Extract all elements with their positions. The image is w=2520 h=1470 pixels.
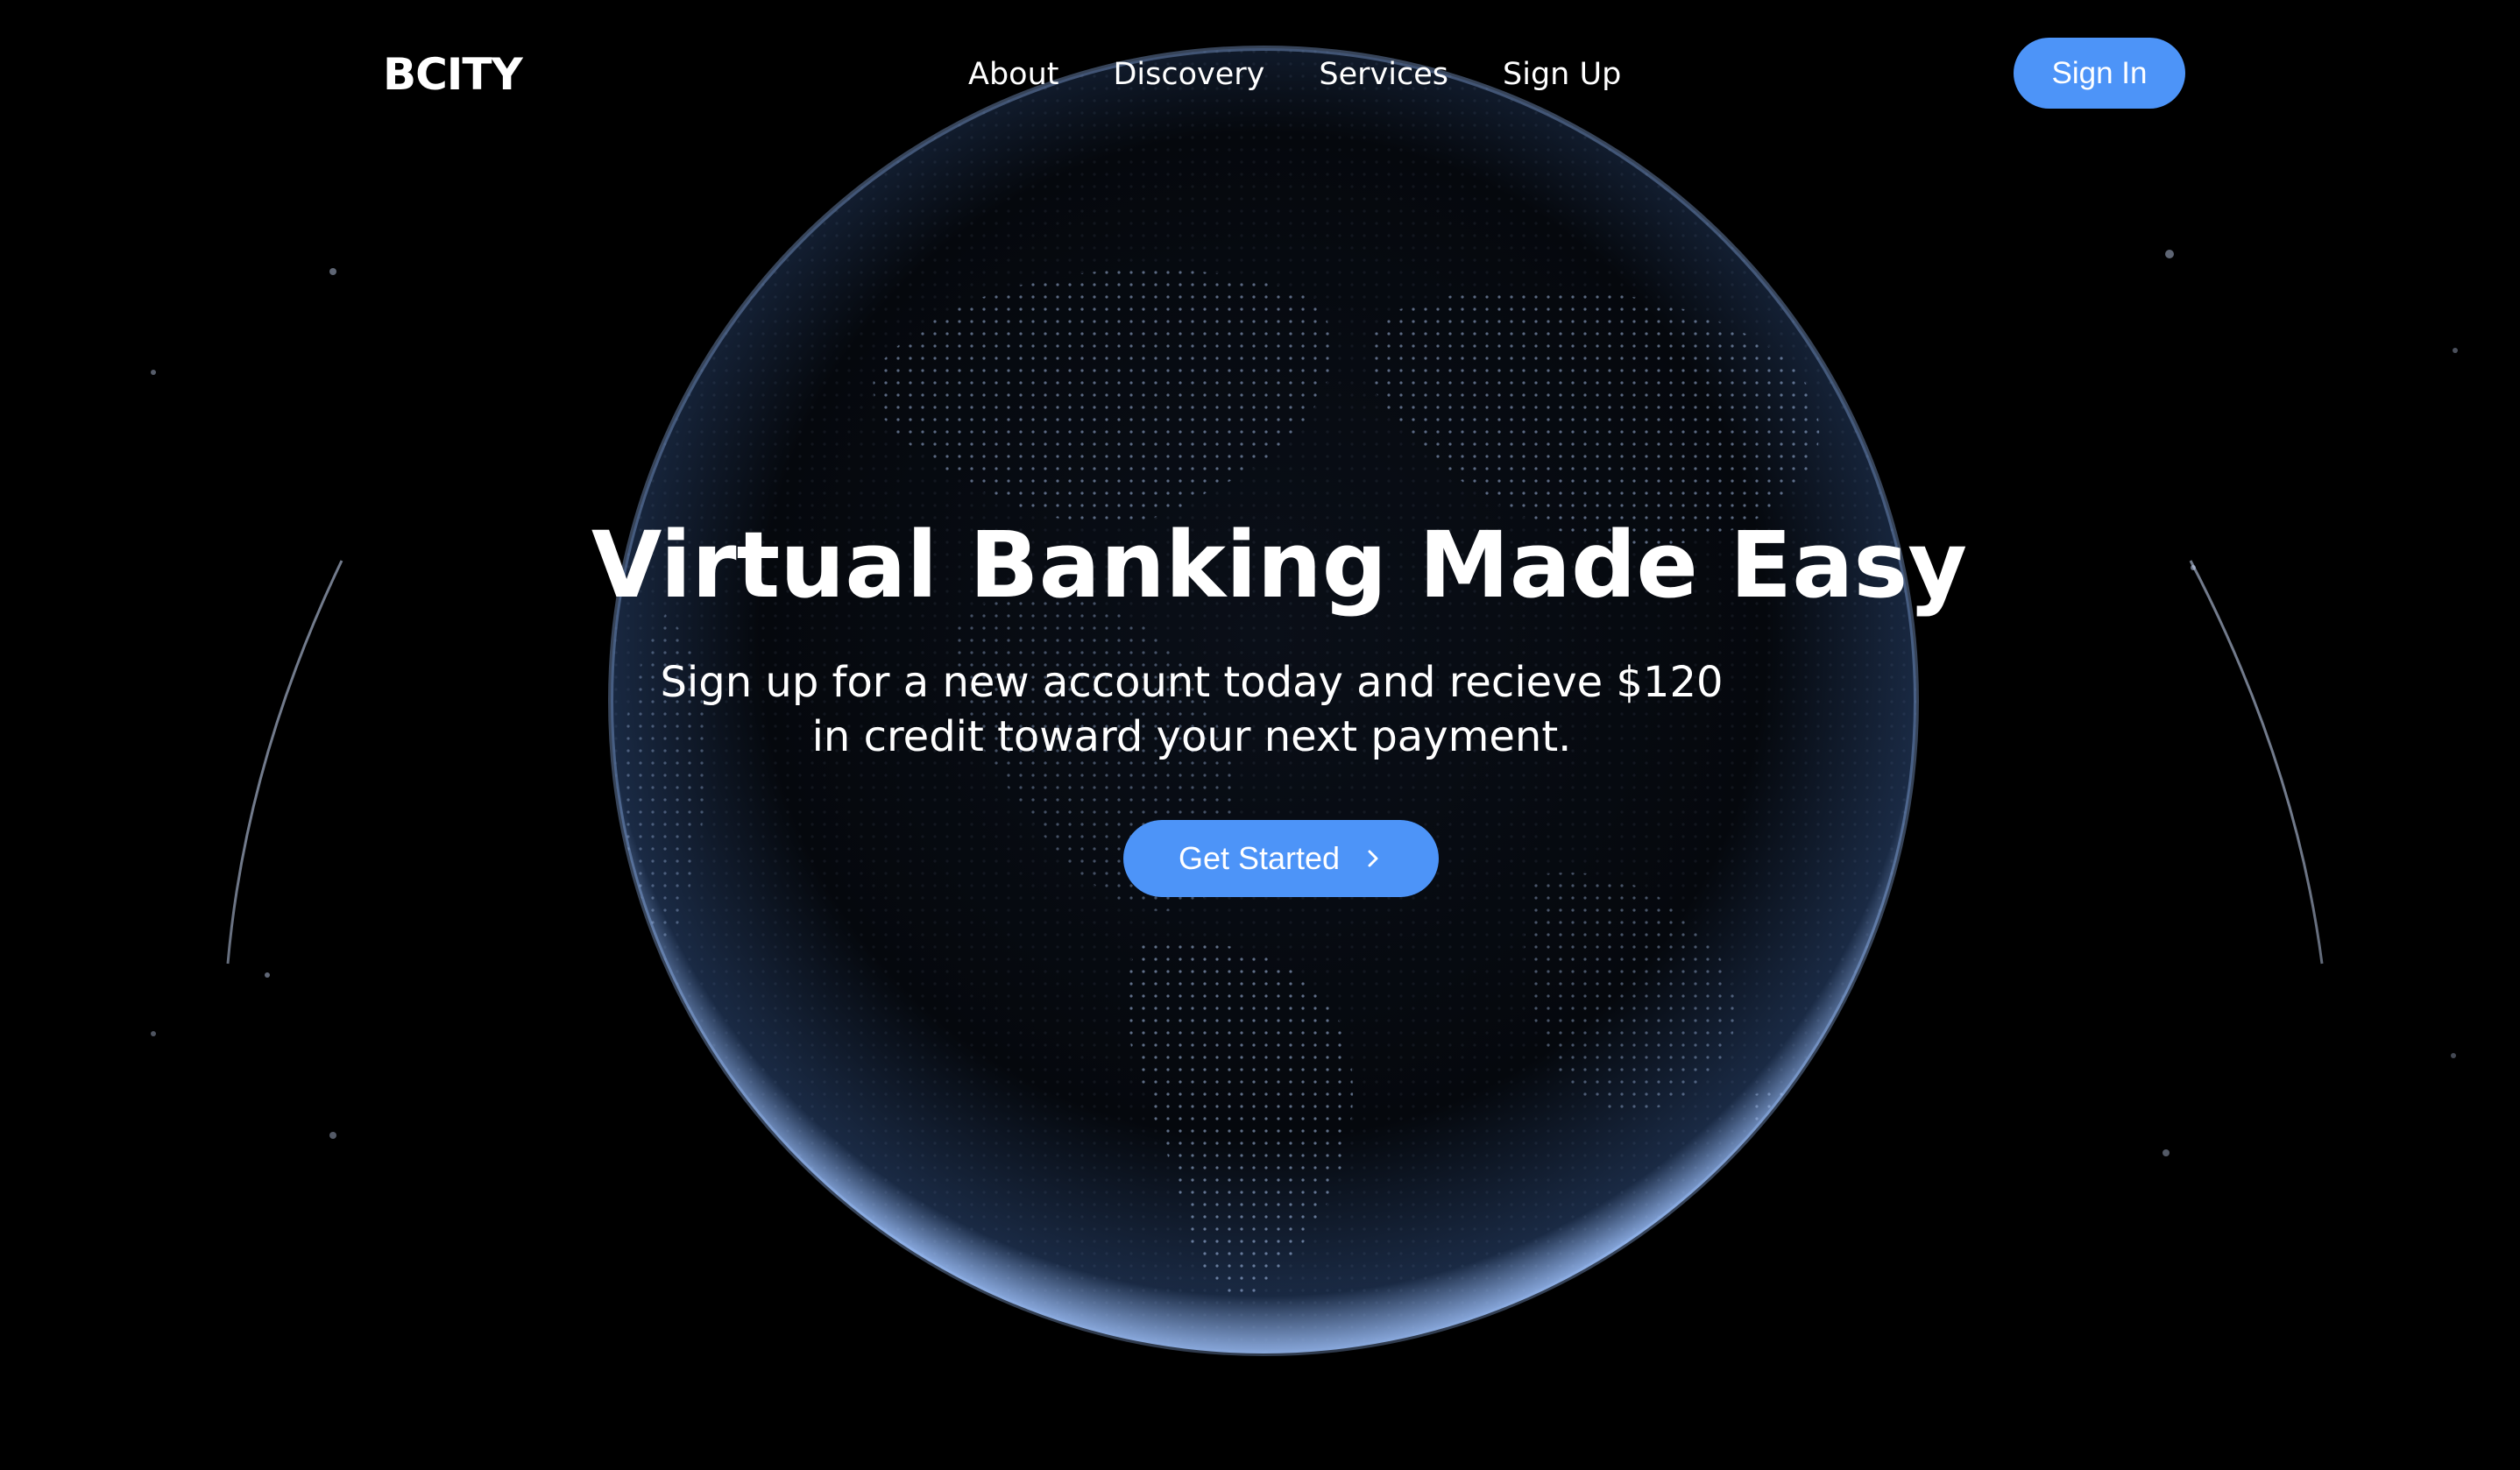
nav-link-sign-up[interactable]: Sign Up xyxy=(1503,44,1621,105)
chevron-right-icon xyxy=(1363,848,1384,869)
main-menu: About Discovery Services Sign Up xyxy=(968,44,1621,105)
top-navigation: BCITY About Discovery Services Sign Up S… xyxy=(0,0,2520,149)
hero-subtitle-line-2: in credit toward your next payment. xyxy=(811,712,1572,761)
get-started-button[interactable]: Get Started xyxy=(1123,820,1439,897)
get-started-label: Get Started xyxy=(1178,840,1341,876)
hero-subtitle-line-1: Sign up for a new account today and reci… xyxy=(660,658,1724,707)
nav-link-about[interactable]: About xyxy=(968,44,1058,105)
hero-title: Virtual Banking Made Easy xyxy=(591,512,1968,618)
sign-in-button[interactable]: Sign In xyxy=(2014,38,2185,109)
hero-subtitle: Sign up for a new account today and reci… xyxy=(578,655,1805,764)
nav-link-services[interactable]: Services xyxy=(1319,44,1448,105)
nav-link-discovery[interactable]: Discovery xyxy=(1113,44,1264,105)
brand-logo[interactable]: BCITY xyxy=(383,44,523,105)
